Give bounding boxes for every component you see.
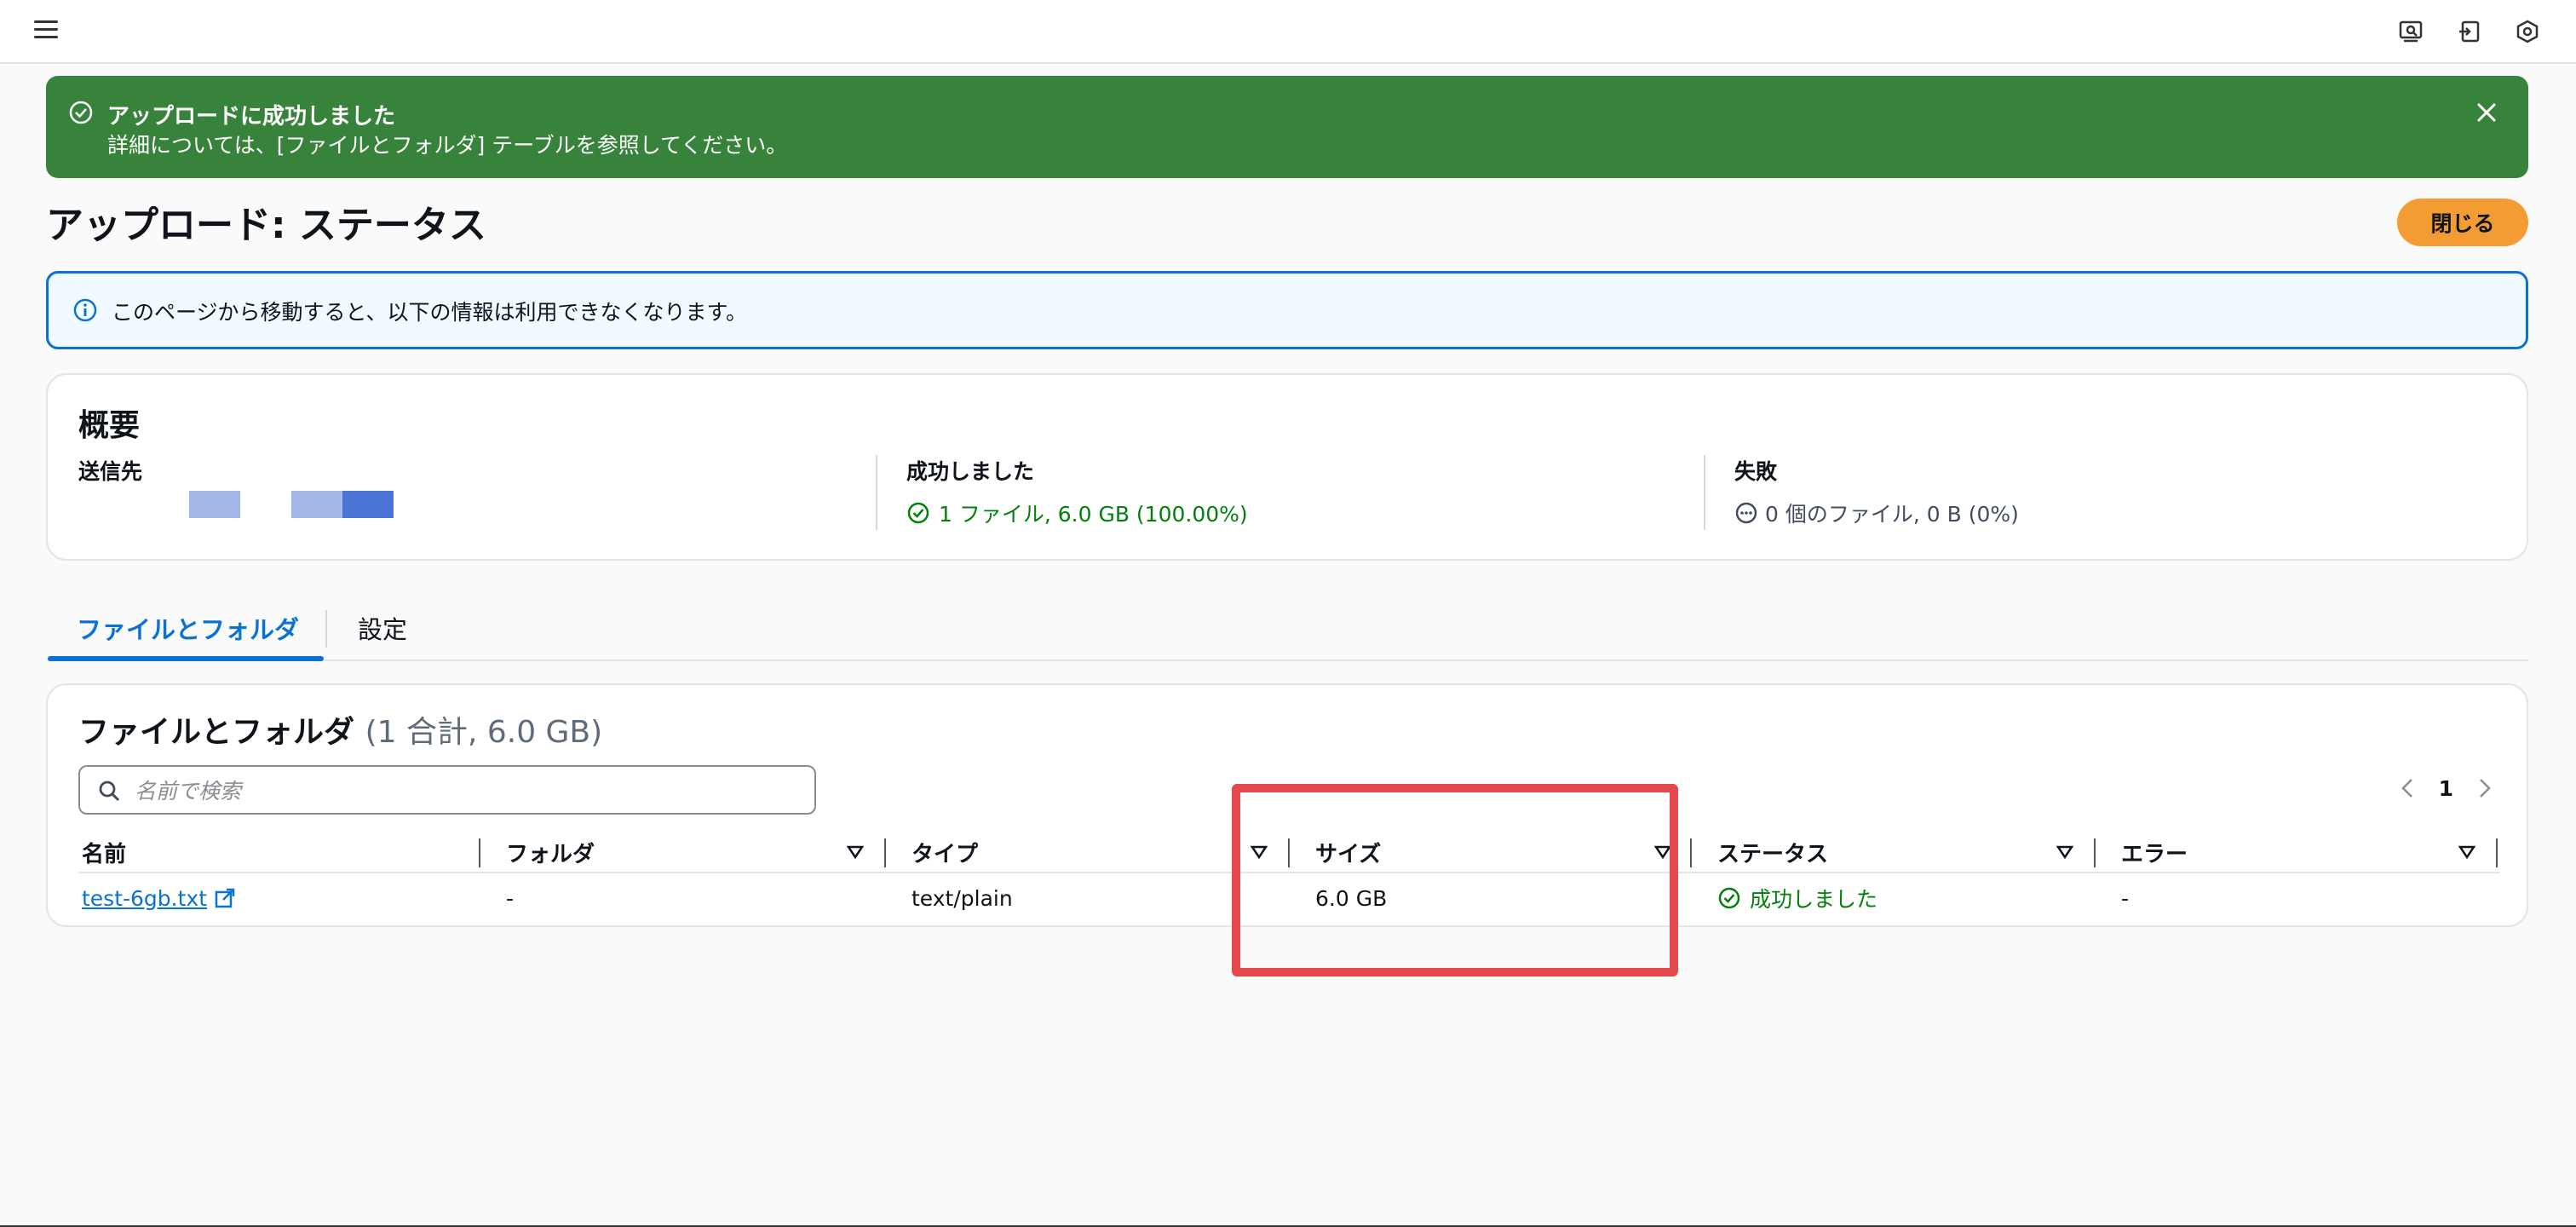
tab-files-and-folders[interactable]: ファイルとフォルダ <box>77 596 299 660</box>
info-icon <box>72 297 98 323</box>
column-header-folder[interactable]: フォルダ <box>506 835 595 869</box>
column-header-type[interactable]: タイプ <box>911 835 978 869</box>
search-input[interactable] <box>133 774 801 808</box>
column-header-status[interactable]: ステータス <box>1717 835 1828 869</box>
redacted-block <box>189 491 240 518</box>
summary-title: 概要 <box>78 408 141 443</box>
succeeded-label: 成功しました <box>906 459 1035 484</box>
success-flash: アップロードに成功しました 詳細については、[ファイルとフォルダ] テーブルを参… <box>46 76 2528 178</box>
sort-down-icon[interactable] <box>2055 842 2075 862</box>
menu-icon[interactable] <box>34 17 61 43</box>
destination-column: 送信先 <box>78 455 142 486</box>
top-right-tools <box>2397 17 2542 46</box>
header-divider <box>78 872 2499 873</box>
search-icon <box>97 779 121 803</box>
files-title: ファイルとフォルダ <box>78 715 355 750</box>
column-resizer[interactable] <box>479 838 480 867</box>
succeeded-value-row: 1 ファイル, 6.0 GB (100.00%) <box>906 498 1248 528</box>
files-heading: ファイルとフォルダ (1 合計, 6.0 GB) <box>78 707 602 752</box>
column-header-size[interactable]: サイズ <box>1315 835 1381 869</box>
info-text: このページから移動すると、以下の情報は利用できなくなります。 <box>112 300 748 325</box>
column-resizer[interactable] <box>2496 838 2498 867</box>
files-count: (1 合計, 6.0 GB) <box>365 715 603 750</box>
close-button[interactable]: 閉じる <box>2397 199 2528 246</box>
failed-value-row: 0 個のファイル, 0 B (0%) <box>1734 498 2019 528</box>
table-row-size-cell: 6.0 GB <box>1315 885 1388 911</box>
tabs: ファイルとフォルダ 設定 <box>48 596 2528 661</box>
redacted-block <box>291 491 342 518</box>
external-link-icon[interactable] <box>214 887 236 909</box>
info-alert: このページから移動すると、以下の情報は利用できなくなります。 <box>46 271 2528 349</box>
table-row-name-cell: test-6gb.txt <box>82 879 236 917</box>
flash-title: アップロードに成功しました <box>107 104 396 130</box>
column-resizer[interactable] <box>884 838 886 867</box>
top-bar <box>0 0 2576 64</box>
active-tab-indicator <box>48 656 324 661</box>
table-row-folder-cell: - <box>506 885 515 911</box>
destination-label: 送信先 <box>78 459 143 484</box>
file-name[interactable]: test-6gb.txt <box>82 886 207 911</box>
check-circle-icon <box>907 502 929 524</box>
pagination: 1 <box>2396 774 2496 803</box>
status-text: 成功しました <box>1750 887 1878 912</box>
search-preview-icon[interactable] <box>2397 17 2426 46</box>
close-icon[interactable] <box>2474 100 2503 129</box>
column-divider <box>1704 455 1705 530</box>
column-resizer[interactable] <box>2094 838 2096 867</box>
search-box <box>78 765 816 815</box>
check-circle-icon <box>68 100 97 129</box>
table-row-status-cell: 成功しました <box>1717 879 1877 917</box>
files-container: ファイルとフォルダ (1 合計, 6.0 GB) 1 名前 フォルダ タイプ サ… <box>46 683 2528 927</box>
current-page[interactable]: 1 <box>2439 776 2453 801</box>
export-icon[interactable] <box>2455 17 2484 46</box>
summary-container: 概要 送信先 成功しました 1 ファイル, 6.0 GB (100.00%) 失… <box>46 373 2528 561</box>
column-header-name[interactable]: 名前 <box>82 835 126 869</box>
table-row-error-cell: - <box>2121 885 2130 911</box>
chevron-right-icon[interactable] <box>2474 774 2496 803</box>
failed-value: 0 個のファイル, 0 B (0%) <box>1765 502 2019 527</box>
column-header-error[interactable]: エラー <box>2121 835 2188 869</box>
redacted-block <box>342 491 394 518</box>
tab-divider <box>325 610 327 648</box>
table-row-type-cell: text/plain <box>911 885 1013 911</box>
sort-down-icon[interactable] <box>2457 842 2477 862</box>
succeeded-value: 1 ファイル, 6.0 GB (100.00%) <box>939 502 1248 527</box>
ellipsis-circle-icon <box>1735 502 1757 524</box>
column-resizer[interactable] <box>1690 838 1692 867</box>
failed-label: 失敗 <box>1734 459 1778 484</box>
sort-down-icon[interactable] <box>1249 842 1269 862</box>
page-title: アップロード: ステータス <box>46 204 486 247</box>
check-circle-icon <box>1718 887 1740 909</box>
settings-hex-icon[interactable] <box>2513 17 2542 46</box>
chevron-left-icon[interactable] <box>2396 774 2418 803</box>
sort-down-icon[interactable] <box>845 842 865 862</box>
file-link[interactable]: test-6gb.txt <box>82 886 236 911</box>
column-resizer[interactable] <box>1288 838 1290 867</box>
failed-column: 失敗 0 個のファイル, 0 B (0%) <box>1734 455 2019 528</box>
column-divider <box>876 455 877 530</box>
flash-description: 詳細については、[ファイルとフォルダ] テーブルを参照してください。 <box>107 133 788 158</box>
succeeded-column: 成功しました 1 ファイル, 6.0 GB (100.00%) <box>906 455 1248 528</box>
tab-settings[interactable]: 設定 <box>358 596 407 660</box>
sort-down-icon[interactable] <box>1653 842 1673 862</box>
